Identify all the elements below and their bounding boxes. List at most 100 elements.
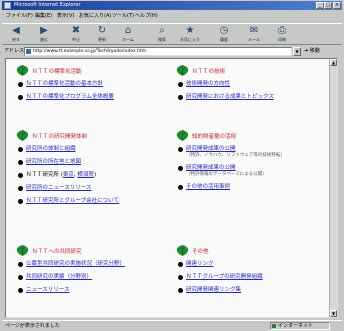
mail-icon: ✉ [249, 25, 259, 36]
scroll-down-button[interactable]: ▼ [330, 310, 337, 317]
toolbar-refresh-button[interactable]: ↻ 更新 [90, 25, 114, 44]
toolbar-mail-button[interactable]: ✉ メール [242, 25, 266, 44]
link[interactable]: 研究所の所在地と地図 [26, 159, 81, 165]
bullet-icon [178, 166, 183, 171]
bullet-icon [18, 262, 23, 267]
section-title: ＮＴＴの技術 [192, 69, 226, 75]
section-standardization: ＮＴＴの標準化活動 ＮＴＴの標準化活動の基本方針 ＮＴＴの標準化プログラム全体概… [16, 65, 176, 107]
window-title: Microsoft Internet Explorer [14, 2, 81, 8]
list-item: 技術開発の方向性 [176, 81, 336, 88]
print-icon: ⎙ [278, 25, 286, 36]
toolbar-history-button[interactable]: ◷ 履歴 [212, 25, 236, 44]
section-technology: ＮＴＴの技術 技術開発の方向性 研究開発における成果とトピックス [176, 65, 336, 107]
list-item: 研究所の体制と組織 [16, 146, 176, 153]
leaf-icon [176, 245, 189, 256]
link[interactable]: ＮＴＴの標準化活動の基本方針 [26, 81, 103, 87]
link[interactable]: 公募型共同研究の実施状況（研究分野） [26, 261, 125, 267]
link[interactable]: 研究開発成果の公開 [186, 146, 236, 152]
link[interactable]: 研究開発関連リンク集 [186, 287, 241, 293]
bullet-icon [178, 185, 183, 190]
bullet-icon [18, 160, 23, 165]
menu-edit[interactable]: 編集(E) [35, 12, 52, 20]
link[interactable]: 研究所の体制と組織 [26, 146, 76, 152]
history-icon: ◷ [219, 25, 229, 36]
internet-zone-icon [272, 324, 276, 328]
bullet-icon [178, 95, 183, 100]
toolbar-favorites-button[interactable]: ★ お気に入り [178, 25, 202, 44]
item-subtext: （特許情報のデータベースによる公開） [186, 172, 267, 177]
section-other: その他 関連リンク ＮＴＴグループの研究開発組織 研究開発関連リンク集 [176, 245, 336, 300]
home-icon: ⌂ [124, 25, 132, 36]
leaf-icon [16, 130, 29, 141]
link-yokosuka[interactable]: 横須賀 [77, 172, 94, 178]
list-item: 研究開発成果の公開 （特許、ノウハウ、ソフトウェア等の技術移転） [176, 146, 336, 159]
maximize-button[interactable]: □ [324, 2, 332, 9]
link[interactable]: ＮＴＴ研究所とグループ会社について [26, 198, 119, 204]
list-item: ニュースリリース [16, 287, 176, 294]
bullet-icon [178, 147, 183, 152]
section-title: ＮＴＴの研究開発体制 [32, 134, 88, 140]
list-item: 研究所のニュースリリース [16, 185, 176, 192]
minimize-button[interactable]: _ [316, 2, 324, 9]
leaf-icon [176, 130, 189, 141]
list-item: 共同研究の実績（分野別） [16, 274, 176, 281]
toolbar-stop-button[interactable]: ✖ 中止 [64, 25, 88, 44]
leaf-icon [16, 65, 29, 76]
search-icon: ⌕ [159, 25, 165, 36]
address-input[interactable]: http://www.tt.example.co.jp/Tech/kyodo/i… [24, 47, 292, 56]
link[interactable]: ニュースリリース [26, 287, 69, 293]
link[interactable]: その他の活用事例 [186, 184, 230, 190]
bullet-icon [18, 275, 23, 280]
menu-favorites[interactable]: お気に入り(A) [79, 12, 111, 20]
status-bar: ページが表示されました インターネット [2, 320, 342, 330]
section-title: その他 [192, 249, 209, 255]
link[interactable]: ＮＴＴの標準化プログラム全体概要 [26, 94, 114, 100]
section-title: ＮＴＴへの共同研究 [32, 249, 82, 255]
link[interactable]: 研究所のニュースリリース [26, 185, 91, 191]
bullet-icon [178, 288, 183, 293]
list-item: 研究所の所在地と地図 [16, 159, 176, 166]
list-item: ＮＴＴ研究所とグループ会社について [16, 198, 176, 205]
link[interactable]: 研究開発における成果とトピックス [186, 94, 274, 100]
toolbar-search-button[interactable]: ⌕ 検索 [150, 25, 174, 44]
link[interactable]: 研究開発成果の公開 [186, 165, 236, 171]
bullet-icon [18, 186, 23, 191]
ie-logo-icon [4, 2, 11, 9]
link[interactable]: ＮＴＴグループの研究開発組織 [186, 274, 263, 280]
list-item: 研究開発関連リンク集 [176, 287, 336, 294]
vertical-scrollbar[interactable]: ▲ ▼ [329, 59, 337, 317]
bullet-icon [18, 147, 23, 152]
toolbar-home-button[interactable]: ⌂ ホーム [116, 25, 140, 44]
close-button[interactable]: × [333, 2, 341, 9]
list-item: ＮＴＴの標準化活動の基本方針 [16, 81, 176, 88]
menu-view[interactable]: 表示(V) [57, 12, 74, 20]
toolbar-print-button[interactable]: ⎙ 印刷 [270, 25, 294, 44]
address-dropdown-button[interactable]: ▼ [293, 47, 301, 56]
browser-window: Microsoft Internet Explorer _ □ × ファイル(F… [2, 0, 342, 331]
bullet-icon [18, 288, 23, 293]
link[interactable]: 関連リンク [186, 261, 214, 267]
scroll-up-button[interactable]: ▲ [330, 59, 337, 66]
page-content: ＮＴＴの標準化活動 ＮＴＴの標準化活動の基本方針 ＮＴＴの標準化プログラム全体概… [5, 58, 338, 318]
bullet-icon [18, 82, 23, 87]
go-button[interactable]: ➜ 移動 [304, 47, 320, 56]
standard-toolbar: ◀ 戻る ▶ 進む ✖ 中止 ↻ 更新 ⌂ ホーム ⌕ 検索 ★ お気に入り ◷ 履歴 ✉ メール… [2, 23, 342, 45]
forward-icon: ▶ [40, 25, 48, 36]
menu-help[interactable]: ヘルプ(H) [135, 12, 158, 20]
link[interactable]: 技術開発の方向性 [186, 81, 230, 87]
toolbar-forward-button[interactable]: ▶ 進む [32, 25, 56, 44]
bullet-icon [178, 82, 183, 87]
address-bar: アドレス(D) http://www.tt.example.co.jp/Tech… [2, 46, 342, 57]
menu-tools[interactable]: ツール(T) [112, 12, 134, 20]
stop-icon: ✖ [71, 25, 81, 36]
bullet-icon [178, 262, 183, 267]
menu-file[interactable]: ファイル(F) [6, 12, 33, 20]
title-bar: Microsoft Internet Explorer _ □ × [2, 1, 342, 10]
bullet-icon [18, 173, 23, 178]
list-item: ＮＴＴグループの研究開発組織 [176, 274, 336, 281]
toolbar-back-button[interactable]: ◀ 戻る [4, 25, 28, 44]
link[interactable]: 共同研究の実績（分野別） [26, 274, 92, 280]
bullet-icon [18, 95, 23, 100]
link-tokyo[interactable]: 東京 [63, 172, 74, 178]
list-item: 関連リンク [176, 261, 336, 268]
